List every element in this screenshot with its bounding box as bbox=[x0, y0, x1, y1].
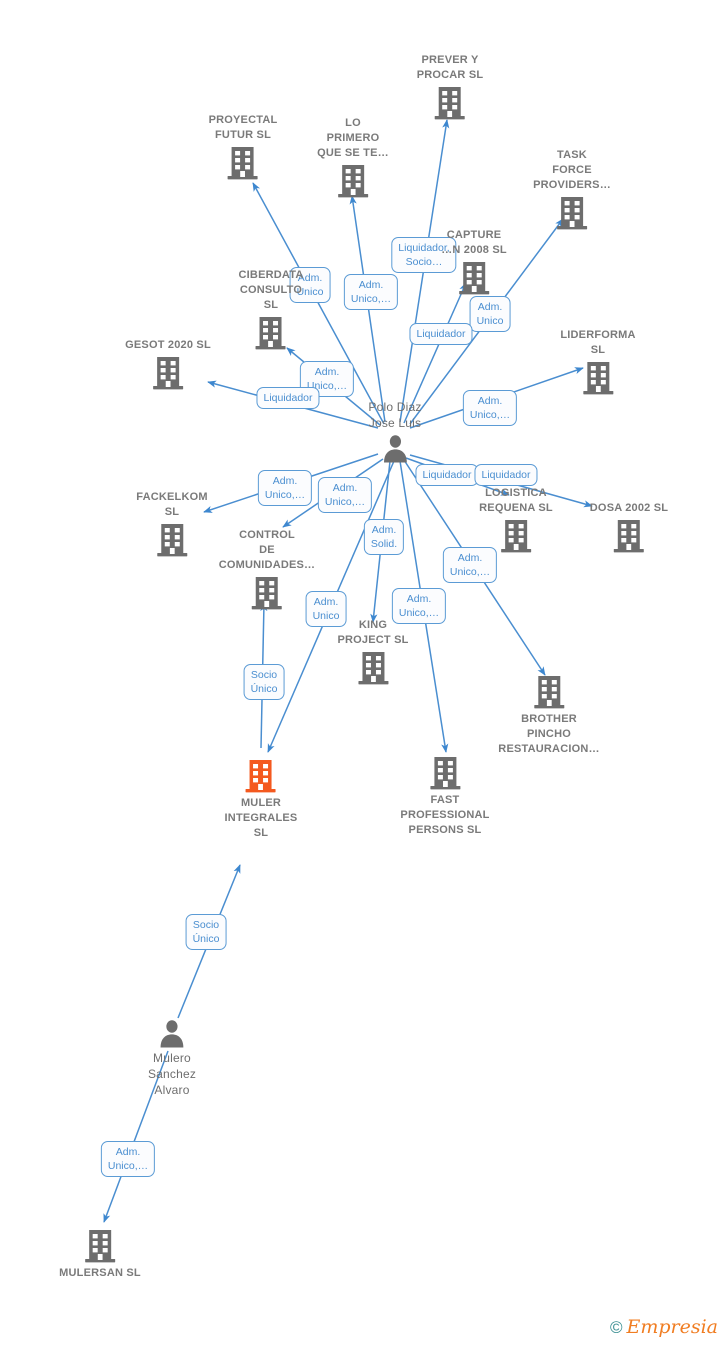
relation-label[interactable]: Liquidador bbox=[415, 464, 479, 486]
company-node-king[interactable]: KING PROJECT SL bbox=[337, 618, 408, 686]
relationship-graph: Adm. Unico Adm. Unico,… Liquidador, Socio…… bbox=[0, 0, 728, 1345]
building-icon bbox=[533, 195, 611, 231]
node-label: DOSA 2002 SL bbox=[589, 502, 669, 514]
company-node-proyectal[interactable]: PROYECTAL FUTUR SL bbox=[209, 113, 278, 181]
building-icon bbox=[498, 674, 599, 710]
person-node-polo[interactable]: Polo Diaz Jose Luis bbox=[368, 399, 421, 463]
relation-label[interactable]: Liquidador bbox=[409, 323, 473, 345]
person-icon bbox=[368, 433, 421, 463]
building-icon bbox=[125, 355, 211, 391]
building-icon bbox=[479, 518, 553, 554]
node-label: KING PROJECT SL bbox=[337, 619, 409, 646]
relation-label[interactable]: Adm. Unico bbox=[469, 296, 511, 332]
relation-label[interactable]: Adm. Unico,… bbox=[343, 274, 399, 310]
person-node-mulero[interactable]: Mulero Sanchez Alvaro bbox=[148, 1018, 196, 1098]
company-node-ciberdata[interactable]: CIBERDATA CONSULTO SL bbox=[239, 268, 304, 351]
company-node-liderforma[interactable]: LIDERFORMA SL bbox=[560, 328, 635, 396]
company-node-gesot[interactable]: GESOT 2020 SL bbox=[125, 338, 211, 391]
node-label: FAST PROFESSIONAL PERSONS SL bbox=[400, 794, 490, 836]
building-icon bbox=[417, 85, 484, 121]
node-label: LIDERFORMA SL bbox=[560, 329, 636, 356]
company-node-brother[interactable]: BROTHER PINCHO RESTAURACION… bbox=[498, 674, 600, 757]
company-node-logistica[interactable]: LOGISTICA REQUENA SL bbox=[479, 486, 553, 554]
node-label: CAPTURE …N 2008 SL bbox=[441, 229, 507, 256]
building-icon bbox=[136, 522, 207, 558]
company-node-mulersan[interactable]: MULERSAN SL bbox=[59, 1228, 141, 1281]
company-node-muler[interactable]: MULER INTEGRALES SL bbox=[225, 758, 298, 841]
relation-label[interactable]: Adm. Unico,… bbox=[100, 1141, 156, 1177]
copyright-icon: © bbox=[609, 1318, 623, 1337]
person-icon bbox=[148, 1018, 196, 1048]
relation-label[interactable]: Socio Único bbox=[185, 914, 227, 950]
company-node-taskforce[interactable]: TASK FORCE PROVIDERS… bbox=[533, 148, 611, 231]
brand-name: Empresia bbox=[626, 1316, 718, 1338]
company-node-loprimero[interactable]: LO PRIMERO QUE SE TE… bbox=[317, 116, 389, 199]
building-icon bbox=[219, 575, 316, 611]
node-label: CIBERDATA CONSULTO SL bbox=[238, 269, 304, 311]
building-icon bbox=[590, 518, 668, 554]
empresia-watermark: © Empresia bbox=[610, 1318, 718, 1337]
company-node-control[interactable]: CONTROL DE COMUNIDADES… bbox=[219, 528, 316, 611]
relation-label[interactable]: Adm. Unico,… bbox=[317, 477, 373, 513]
building-icon bbox=[337, 650, 408, 686]
node-label: TASK FORCE PROVIDERS… bbox=[533, 149, 611, 191]
relation-label[interactable]: Liquidador bbox=[256, 387, 320, 409]
company-node-fast[interactable]: FAST PROFESSIONAL PERSONS SL bbox=[400, 755, 489, 838]
relation-label[interactable]: Adm. Solid. bbox=[363, 519, 405, 555]
relation-label[interactable]: Socio Único bbox=[243, 664, 285, 700]
node-label: MULER INTEGRALES SL bbox=[224, 797, 298, 839]
building-icon bbox=[441, 260, 507, 296]
building-icon bbox=[400, 755, 489, 791]
building-icon bbox=[560, 360, 635, 396]
node-label: LO PRIMERO QUE SE TE… bbox=[317, 117, 389, 159]
relation-label[interactable]: Adm. Unico,… bbox=[462, 390, 518, 426]
node-label: PREVER Y PROCAR SL bbox=[416, 54, 484, 81]
company-node-prever[interactable]: PREVER Y PROCAR SL bbox=[417, 53, 484, 121]
company-node-capture[interactable]: CAPTURE …N 2008 SL bbox=[441, 228, 507, 296]
building-icon bbox=[209, 145, 278, 181]
node-label: CONTROL DE COMUNIDADES… bbox=[218, 529, 316, 571]
relation-label[interactable]: Liquidador bbox=[474, 464, 538, 486]
node-label: MULERSAN SL bbox=[59, 1267, 141, 1279]
node-label: FACKELKOM SL bbox=[136, 491, 208, 518]
node-label: PROYECTAL FUTUR SL bbox=[208, 114, 278, 141]
building-icon bbox=[59, 1228, 141, 1264]
node-label: GESOT 2020 SL bbox=[125, 339, 211, 351]
building-icon bbox=[317, 163, 389, 199]
node-label: BROTHER PINCHO RESTAURACION… bbox=[498, 713, 600, 755]
node-label: Mulero Sanchez Alvaro bbox=[147, 1051, 197, 1097]
relation-label[interactable]: Adm. Unico,… bbox=[257, 470, 313, 506]
company-node-dosa[interactable]: DOSA 2002 SL bbox=[590, 501, 668, 554]
node-label: LOGISTICA REQUENA SL bbox=[479, 487, 553, 514]
node-label: Polo Diaz Jose Luis bbox=[368, 400, 422, 430]
building-icon-highlighted bbox=[225, 758, 298, 794]
company-node-fackelkom[interactable]: FACKELKOM SL bbox=[136, 490, 208, 558]
building-icon bbox=[239, 315, 304, 351]
